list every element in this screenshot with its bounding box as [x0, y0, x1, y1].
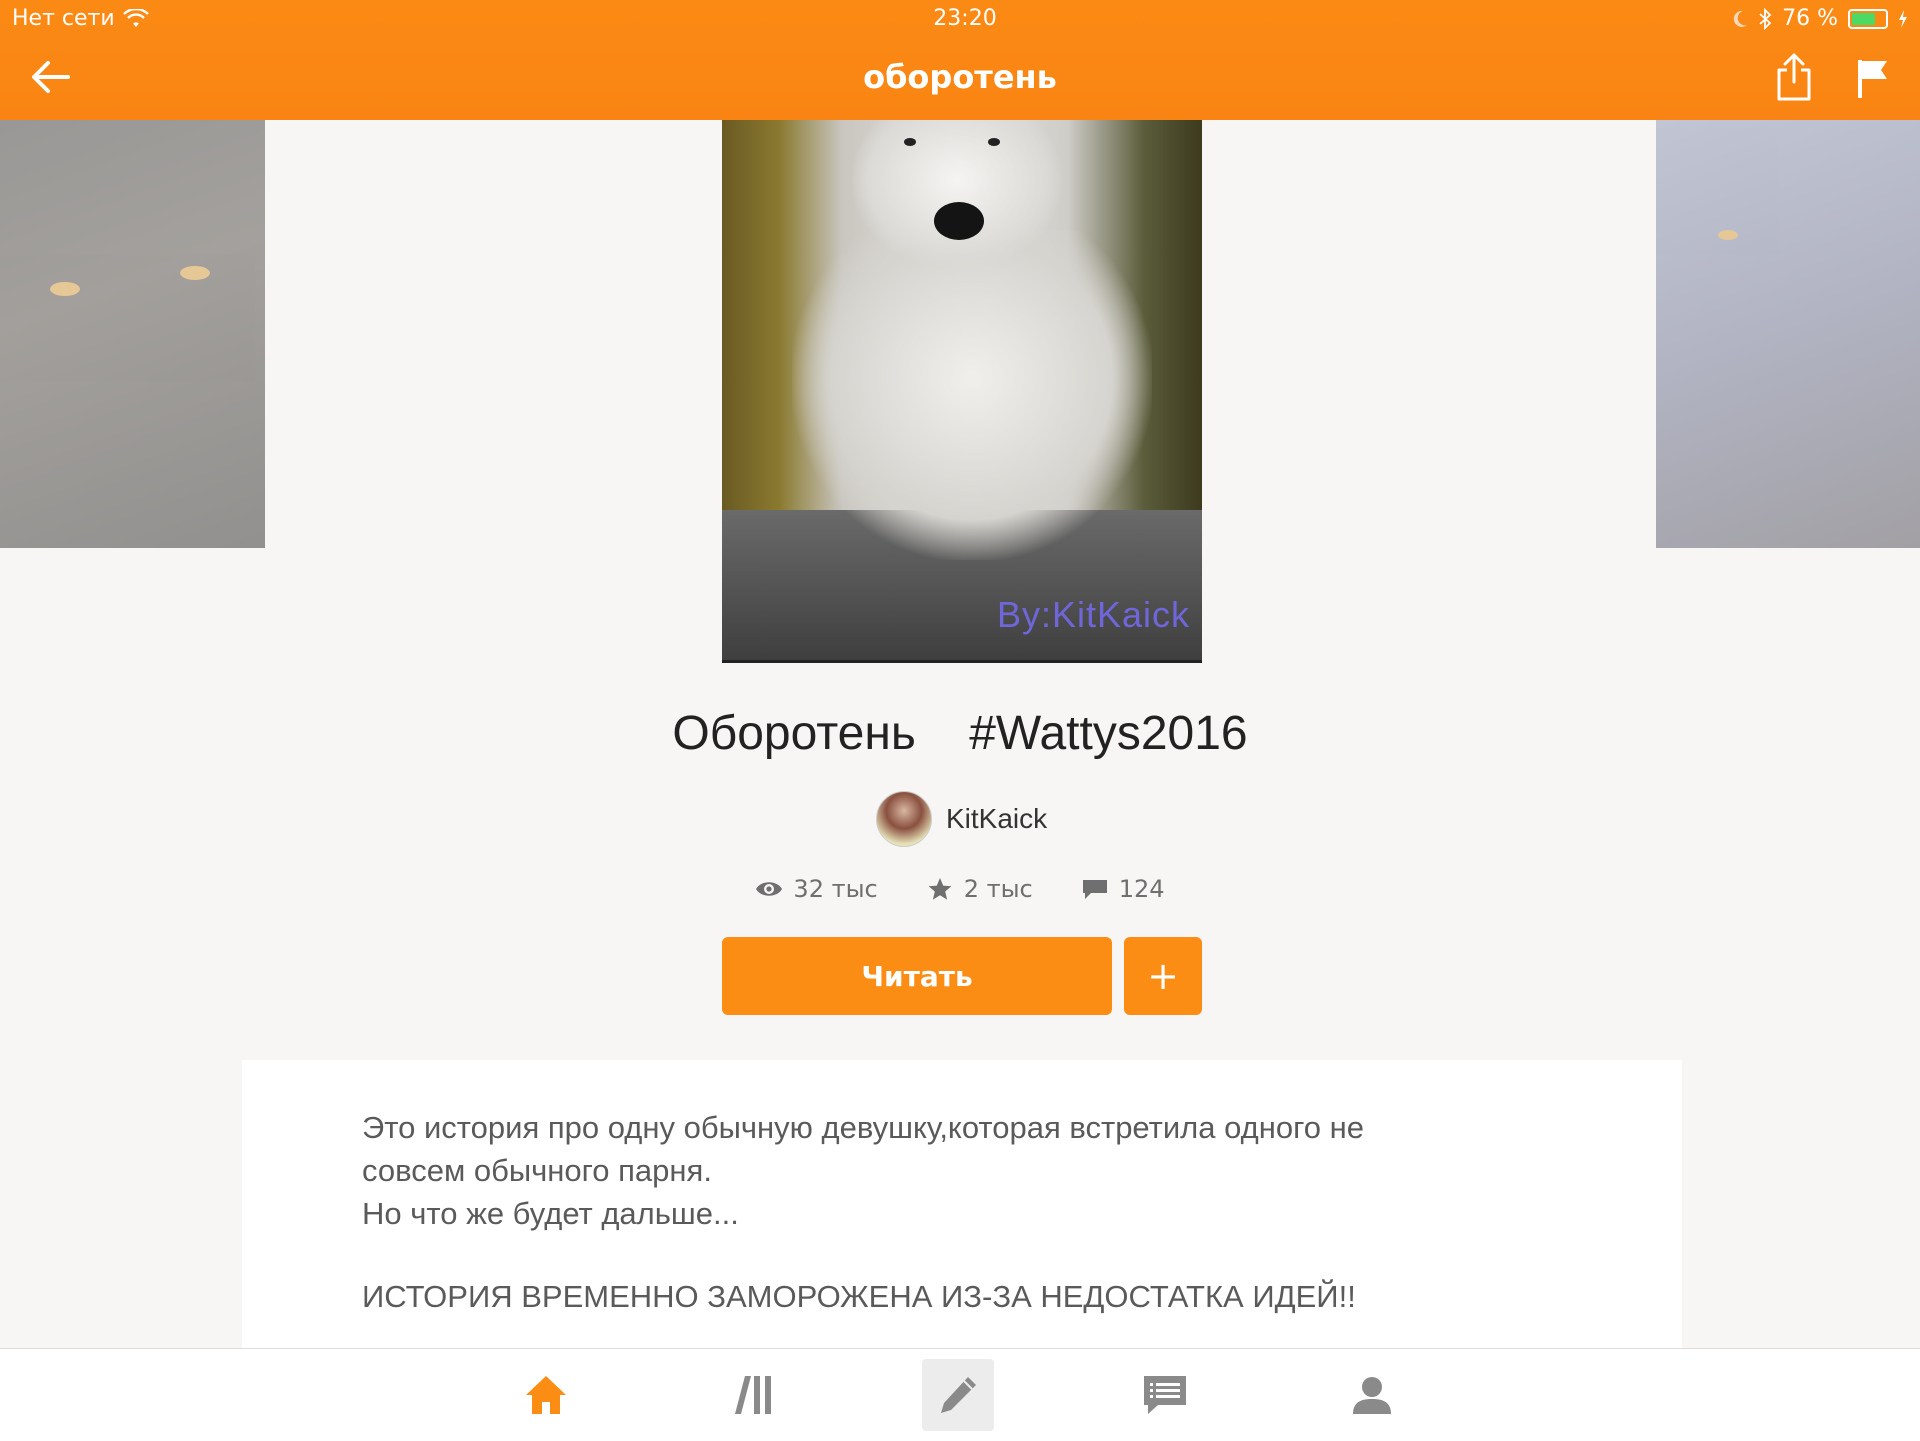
moon-icon — [1733, 10, 1748, 27]
read-button[interactable]: Читать — [722, 937, 1112, 1015]
library-icon — [735, 1376, 771, 1414]
cover-wolf-body — [792, 230, 1152, 560]
star-icon — [928, 878, 952, 900]
home-icon — [526, 1376, 566, 1414]
previous-story-cover[interactable] — [0, 120, 265, 548]
messages-icon — [1144, 1376, 1186, 1414]
battery-fill — [1852, 12, 1875, 25]
tab-profile[interactable] — [1336, 1359, 1408, 1431]
description-line: ИСТОРИЯ ВРЕМЕННО ЗАМОРОЖЕНА ИЗ-ЗА НЕДОСТ… — [362, 1279, 1356, 1314]
story-stats: 32 тыс 2 тыс 124 — [0, 875, 1920, 903]
tab-write[interactable] — [922, 1359, 994, 1431]
story-title: Оборотень #Wattys2016 — [672, 707, 1248, 760]
description-line: совсем обычного парня. — [362, 1153, 712, 1188]
votes-count: 2 тыс — [963, 875, 1033, 903]
reads-stat: 32 тыс — [755, 875, 878, 903]
cover-eye — [180, 266, 210, 280]
flag-icon[interactable] — [1856, 58, 1890, 100]
tab-messages[interactable] — [1129, 1359, 1201, 1431]
reads-count: 32 тыс — [793, 875, 878, 903]
status-time: 23:20 — [933, 6, 997, 31]
cover-eye — [904, 138, 916, 146]
charging-icon — [1899, 9, 1907, 28]
description-line: Но что же будет дальше... — [362, 1196, 739, 1231]
cover-eye — [50, 282, 80, 296]
next-story-cover[interactable] — [1656, 120, 1920, 548]
description-line: Это история про одну обычную девушку,кот… — [362, 1110, 1364, 1145]
cover-eye — [1718, 230, 1738, 240]
tab-library[interactable] — [718, 1359, 790, 1431]
add-to-library-button[interactable]: + — [1124, 937, 1202, 1015]
tab-bar — [0, 1348, 1920, 1441]
author-name[interactable]: KitKaick — [946, 803, 1047, 835]
bluetooth-icon — [1759, 7, 1772, 30]
battery-icon — [1848, 8, 1888, 29]
votes-stat: 2 тыс — [926, 875, 1033, 903]
story-description: Это история про одну обычную девушку,кот… — [362, 1106, 1502, 1318]
page-title: оборотень — [863, 58, 1057, 96]
cover-signature: By:KitKaick — [996, 594, 1190, 635]
battery-percent: 76 % — [1782, 6, 1838, 31]
eye-icon — [756, 882, 783, 896]
share-icon[interactable] — [1774, 52, 1814, 102]
cover-eye — [988, 138, 1000, 146]
avatar[interactable] — [876, 791, 932, 847]
comment-icon — [1082, 880, 1107, 899]
profile-icon — [1353, 1377, 1391, 1414]
top-bar: Нет сети 23:20 76 % оборотень — [0, 0, 1920, 120]
author-link[interactable]: KitKaick — [876, 791, 1047, 847]
cover-wolf-head — [852, 120, 1062, 270]
story-cover[interactable]: By:KitKaick — [722, 120, 1202, 663]
tab-home[interactable] — [510, 1359, 582, 1431]
comments-count: 124 — [1118, 875, 1165, 903]
status-right: 76 % — [1732, 6, 1908, 31]
comments-stat: 124 — [1081, 875, 1165, 903]
write-icon — [941, 1377, 976, 1413]
cover-nose — [934, 202, 984, 240]
